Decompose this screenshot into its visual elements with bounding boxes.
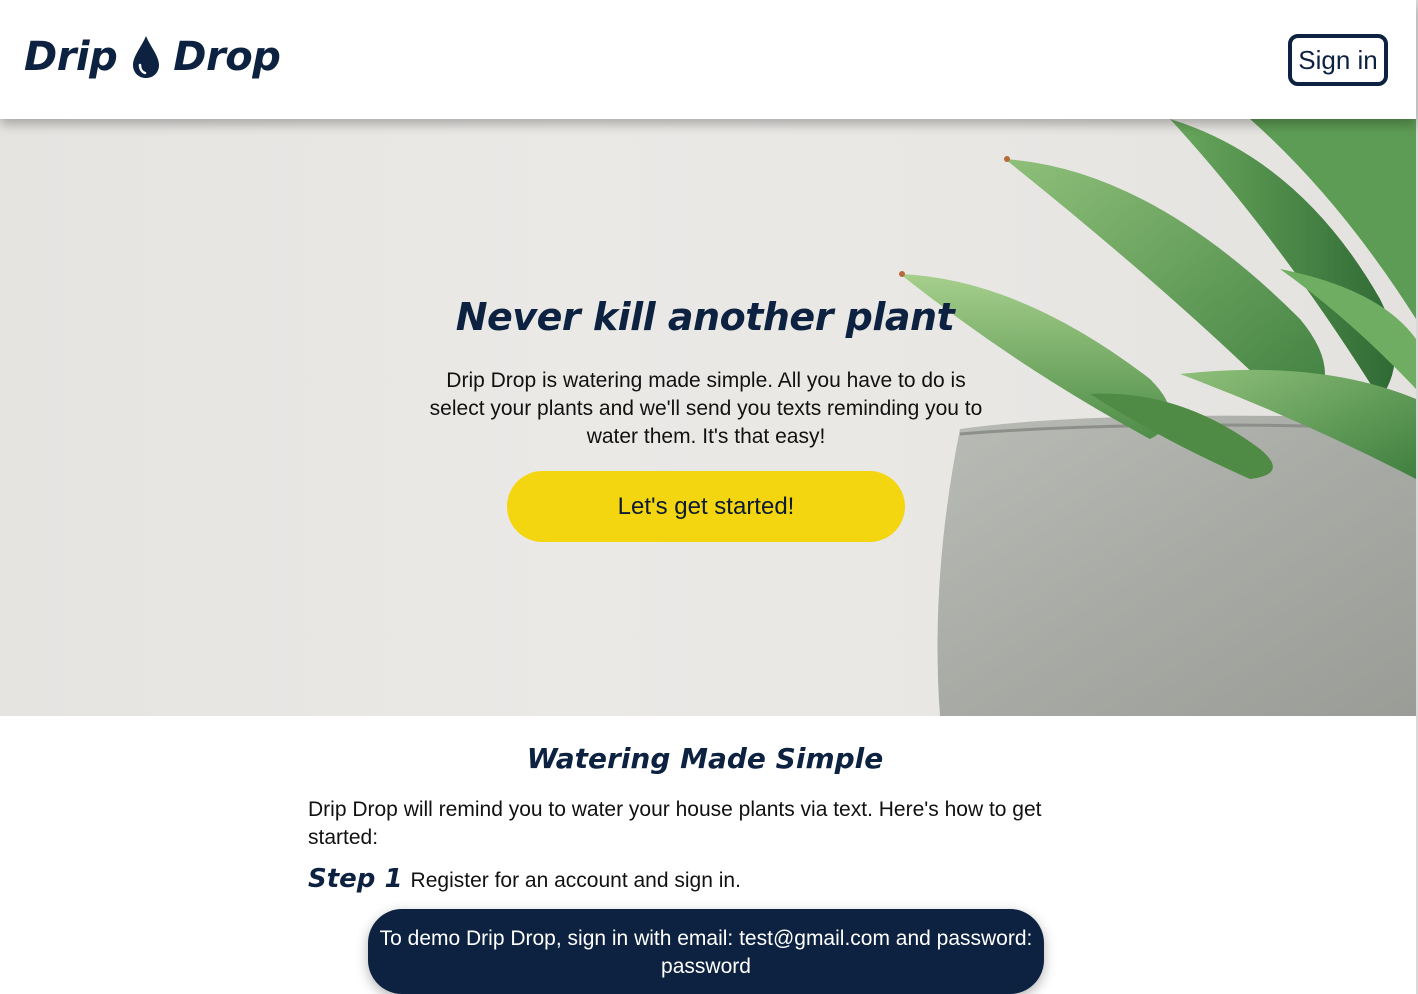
demo-credentials-banner: To demo Drip Drop, sign in with email: t… [368,909,1044,994]
logo-text-drip: Drip [24,34,118,80]
logo-text-drop: Drop [173,34,281,80]
section-intro: Drip Drop will remind you to water your … [308,798,1042,849]
hero-title: Never kill another plant [455,295,955,339]
logo[interactable]: Drip Drop [24,34,281,80]
hero-description: Drip Drop is watering made simple. All y… [429,369,983,448]
get-started-button[interactable]: Let's get started! [507,471,905,542]
hero-section: Never kill another plant Drip Drop is wa… [0,119,1416,716]
step-item: Step 1 Register for an account and sign … [308,864,741,894]
sign-in-button[interactable]: Sign in [1288,34,1388,86]
step-text: Register for an account and sign in. [410,869,741,892]
water-drop-icon [133,36,160,78]
section-title: Watering Made Simple [526,742,884,775]
site-header: Drip Drop Sign in [0,0,1416,119]
step-label: Step 1 [308,864,403,894]
